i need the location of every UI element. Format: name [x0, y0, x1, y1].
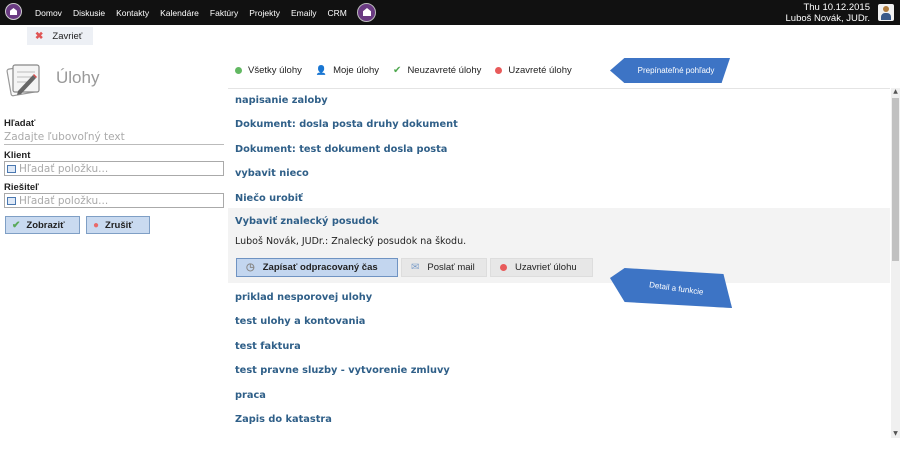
close-tab-label: Zavrieť — [52, 30, 83, 42]
solver-input[interactable]: Hľadať položku... — [4, 193, 224, 208]
list-item[interactable]: Dokument: dosla posta druhy dokument — [235, 119, 458, 130]
nav-item-diskusie[interactable]: Diskusie — [73, 8, 105, 18]
tasks-notepad-icon — [6, 64, 40, 97]
client-input[interactable]: Hľadať položku... — [4, 161, 224, 176]
show-button-label: Zobraziť — [26, 219, 65, 231]
nav-item-domov[interactable]: Domov — [35, 8, 62, 18]
green-dot-icon — [235, 66, 242, 74]
send-mail-button[interactable]: ✉ Poslať mail — [401, 258, 487, 277]
nav-item-kontakty[interactable]: Kontakty — [116, 8, 149, 18]
app-logo-icon[interactable] — [5, 3, 22, 20]
list-item[interactable]: praca — [235, 390, 266, 401]
list-item[interactable]: Dokument: test dokument dosla posta — [235, 144, 447, 155]
crm-home-icon[interactable] — [357, 3, 376, 22]
filter-my-label: Moje úlohy — [333, 64, 380, 76]
client-label: Klient — [4, 150, 31, 161]
solver-label: Riešiteľ — [4, 182, 39, 193]
check-icon: ✔ — [12, 219, 21, 231]
list-item[interactable]: test ulohy a kontovania — [235, 316, 365, 327]
filter-all-tasks[interactable]: Všetky úlohy — [235, 65, 302, 76]
log-time-button[interactable]: ◷ Zapísať odpracovaný čas — [236, 258, 398, 277]
cancel-button[interactable]: ● Zrušiť — [86, 216, 150, 234]
main-nav: Domov Diskusie Kontakty Kalendáre Faktúr… — [35, 0, 358, 25]
mail-icon: ✉ — [411, 262, 420, 273]
lookup-icon — [7, 197, 16, 205]
lookup-icon — [7, 165, 16, 173]
send-mail-label: Poslať mail — [427, 262, 475, 273]
list-item[interactable]: vybavit nieco — [235, 168, 309, 179]
date-user-info: Thu 10.12.2015 Luboš Novák, JUDr. — [786, 2, 870, 24]
red-dot-icon — [495, 66, 503, 74]
filter-open-label: Neuzavreté úlohy — [407, 64, 482, 76]
list-item[interactable]: test faktura — [235, 341, 301, 352]
callout-detail: Detail a funkcie — [610, 268, 732, 308]
clock-icon: ◷ — [246, 262, 255, 273]
scroll-thumb[interactable] — [892, 98, 899, 261]
callout-detail-text: Detail a funkcie — [648, 279, 704, 297]
task-list: napisanie zaloby Dokument: dosla posta d… — [228, 88, 890, 451]
nav-item-crm[interactable]: CRM — [327, 8, 346, 18]
nav-item-emaily[interactable]: Emaily — [291, 8, 317, 18]
nav-item-projekty[interactable]: Projekty — [249, 8, 280, 18]
top-navigation-bar: Domov Diskusie Kontakty Kalendáre Faktúr… — [0, 0, 900, 25]
detail-task-description: Luboš Novák, JUDr.: Znalecký posudok na … — [235, 236, 467, 247]
list-item[interactable]: test pravne sluzby - vytvorenie zmluvy — [235, 365, 450, 376]
cancel-dot-icon: ● — [93, 219, 100, 231]
filter-closed-tasks[interactable]: Uzavreté úlohy — [495, 64, 572, 76]
page-title: Úlohy — [56, 68, 100, 87]
filter-all-label: Všetky úlohy — [248, 64, 302, 76]
scroll-up-arrow-icon[interactable]: ▲ — [892, 88, 899, 96]
red-dot-icon — [500, 264, 507, 271]
search-label: Hľadať — [4, 118, 36, 129]
close-tab-button[interactable]: ✖ Zavrieť — [27, 27, 94, 45]
list-item[interactable]: Zapis do katastra — [235, 414, 332, 425]
callout-views: Prepínateľné pohľady — [610, 58, 730, 83]
filter-closed-label: Uzavreté úlohy — [508, 64, 572, 76]
scroll-down-arrow-icon[interactable]: ▼ — [892, 430, 899, 438]
person-icon: 👤 — [315, 64, 328, 75]
callout-views-text: Prepínateľné pohľady — [637, 66, 715, 75]
cancel-button-label: Zrušiť — [105, 219, 133, 231]
list-item[interactable]: napisanie zaloby — [235, 95, 328, 106]
detail-task-title[interactable]: Vybaviť znalecký posudok — [235, 216, 379, 227]
user-avatar-icon[interactable] — [878, 4, 894, 21]
solver-placeholder: Hľadať položku... — [19, 195, 109, 207]
list-item[interactable]: priklad nesporovej ulohy — [235, 292, 372, 303]
list-scrollbar[interactable]: ▲ ▼ — [891, 88, 900, 438]
filter-open-tasks[interactable]: ✔ Neuzavreté úlohy — [393, 65, 481, 76]
close-task-button[interactable]: Uzavrieť úlohu — [490, 258, 593, 277]
search-input[interactable]: Zadajte ľubovoľný text — [4, 130, 224, 145]
current-date: Thu 10.12.2015 — [803, 2, 870, 13]
check-icon: ✔ — [393, 64, 402, 76]
filter-my-tasks[interactable]: 👤 Moje úlohy — [316, 65, 379, 76]
list-item[interactable]: Niečo urobiť — [235, 193, 303, 204]
nav-item-kalendare[interactable]: Kalendáre — [160, 8, 199, 18]
close-icon: ✖ — [35, 30, 44, 42]
log-time-label: Zapísať odpracovaný čas — [262, 262, 378, 273]
current-user: Luboš Novák, JUDr. — [785, 13, 870, 24]
close-task-label: Uzavrieť úlohu — [515, 262, 577, 273]
view-filters: Všetky úlohy 👤 Moje úlohy ✔ Neuzavreté ú… — [235, 62, 586, 78]
client-placeholder: Hľadať položku... — [19, 163, 109, 175]
show-button[interactable]: ✔ Zobraziť — [5, 216, 80, 234]
nav-item-faktury[interactable]: Faktúry — [210, 8, 238, 18]
task-detail-panel: Vybaviť znalecký posudok Luboš Novák, JU… — [228, 208, 890, 283]
